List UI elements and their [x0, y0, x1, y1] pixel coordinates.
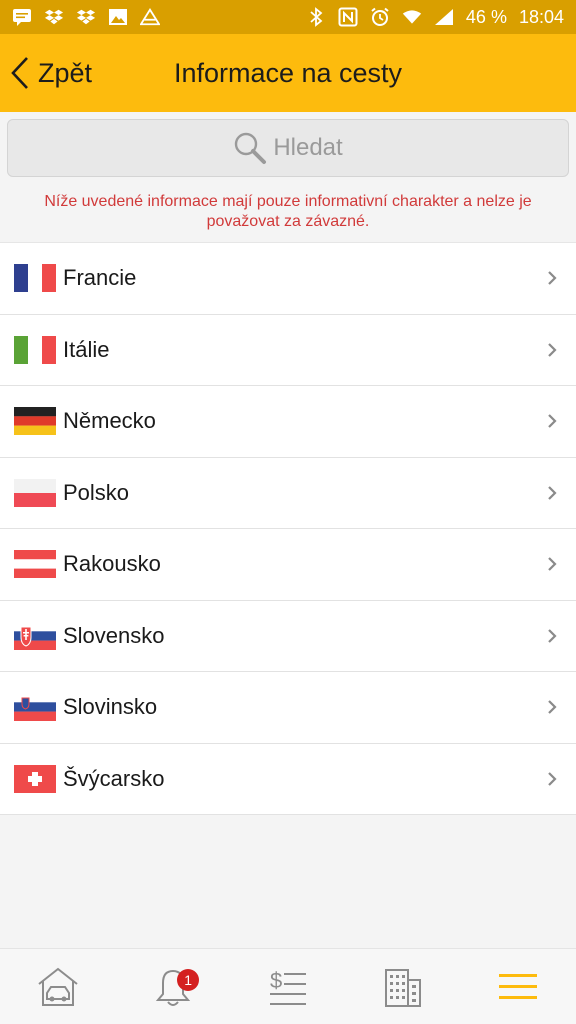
country-label: Slovinsko: [63, 694, 158, 720]
country-label: Rakousko: [63, 551, 161, 577]
france-flag: [14, 264, 56, 293]
back-label: Zpět: [38, 57, 93, 88]
tab-notifications[interactable]: 1: [115, 949, 230, 1024]
list-item-slovinsko[interactable]: Slovinsko: [0, 672, 576, 744]
list-item-svycarsko[interactable]: Švýcarsko: [0, 743, 576, 815]
clock: 18:04: [518, 6, 564, 27]
search-placeholder: Hledat: [273, 134, 343, 161]
country-label: Itálie: [63, 336, 110, 362]
tab-menu[interactable]: [461, 949, 576, 1024]
chevron-right-icon: [548, 485, 557, 500]
chevron-right-icon: [548, 628, 557, 643]
notification-badge: 1: [177, 969, 200, 991]
country-label: Polsko: [63, 479, 130, 505]
country-list: Francie Itálie Německo Polsko Rakousko S…: [0, 242, 576, 815]
country-label: Švýcarsko: [63, 765, 165, 791]
menu-icon: [499, 973, 538, 999]
search-area: Hledat: [0, 112, 576, 184]
tab-payments[interactable]: $: [230, 949, 345, 1024]
dropbox-icon: [44, 8, 64, 26]
country-label: Německo: [63, 408, 156, 434]
slovenia-flag: [14, 693, 56, 722]
image-icon: [108, 8, 128, 26]
chevron-right-icon: [548, 342, 557, 357]
tab-buildings[interactable]: [346, 949, 461, 1024]
battery-percent: 46 %: [465, 6, 507, 27]
italy-flag: [14, 335, 56, 364]
nfc-icon: [338, 7, 358, 27]
message-icon: [12, 8, 32, 26]
country-label: Slovensko: [63, 622, 165, 648]
austria-flag: [14, 550, 56, 579]
alarm-icon: [370, 7, 390, 26]
search-input[interactable]: Hledat: [7, 119, 569, 177]
list-item-nemecko[interactable]: Německo: [0, 386, 576, 458]
bottom-tab-bar: 1 $: [0, 948, 576, 1024]
dropbox-icon: [76, 8, 96, 26]
wifi-icon: [402, 8, 422, 26]
maps-icon: [140, 8, 160, 26]
signal-icon: [434, 8, 454, 26]
list-item-slovensko[interactable]: Slovensko: [0, 600, 576, 672]
list-item-francie[interactable]: Francie: [0, 243, 576, 315]
svg-text:$: $: [270, 968, 282, 993]
chevron-right-icon: [548, 700, 557, 715]
car-home-icon: [37, 967, 78, 1006]
disclaimer-notice: Níže uvedené informace mají pouze inform…: [44, 193, 532, 230]
status-right-icons: 46 % 18:04: [306, 7, 564, 28]
germany-flag: [14, 407, 56, 436]
chevron-right-icon: [548, 271, 557, 286]
list-item-polsko[interactable]: Polsko: [0, 457, 576, 529]
status-left-icons: [12, 8, 160, 26]
building-icon: [385, 968, 422, 1007]
payments-icon: $: [270, 968, 306, 1005]
chevron-left-icon: [11, 57, 28, 89]
chevron-right-icon: [548, 771, 557, 786]
status-bar: 46 % 18:04: [0, 0, 576, 34]
bluetooth-icon: [306, 7, 326, 27]
tab-home[interactable]: [0, 949, 115, 1024]
search-icon: [235, 132, 267, 164]
back-button[interactable]: Zpět: [10, 34, 92, 112]
list-item-rakousko[interactable]: Rakousko: [0, 529, 576, 601]
country-label: Francie: [63, 265, 137, 291]
list-item-italie[interactable]: Itálie: [0, 314, 576, 386]
chevron-right-icon: [548, 557, 557, 572]
chevron-right-icon: [548, 414, 557, 429]
slovakia-flag: [14, 621, 56, 650]
poland-flag: [14, 478, 56, 507]
app-bar: Informace na cesty Zpět: [0, 34, 576, 112]
switzerland-flag: [14, 764, 56, 793]
